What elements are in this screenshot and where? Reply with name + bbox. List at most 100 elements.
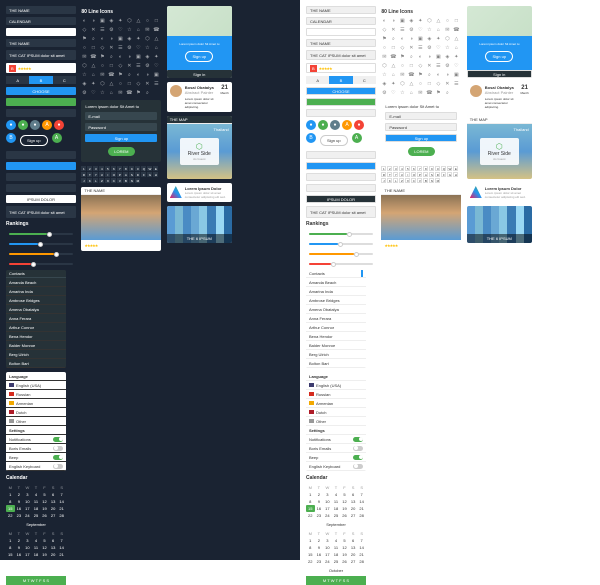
ranking-slider[interactable] bbox=[306, 260, 376, 268]
calendar-day[interactable]: 1 bbox=[6, 491, 15, 498]
calendar-day[interactable]: 18 bbox=[332, 505, 341, 512]
keyboard-key[interactable]: H bbox=[453, 172, 458, 177]
email-input[interactable]: E-mail bbox=[385, 112, 457, 120]
ranking-slider[interactable] bbox=[6, 260, 76, 268]
menu-row-2[interactable] bbox=[306, 173, 376, 181]
settings-item[interactable]: Boris Emails bbox=[6, 444, 66, 453]
calendar-day[interactable]: 13 bbox=[49, 498, 58, 505]
calendar-day[interactable]: 26 bbox=[340, 512, 349, 519]
ranking-slider[interactable] bbox=[306, 230, 376, 238]
language-item[interactable]: English (USA) bbox=[6, 381, 66, 390]
calendar-day[interactable]: 1 bbox=[6, 537, 15, 544]
keyboard-key[interactable]: U bbox=[399, 172, 404, 177]
calendar-day[interactable]: 27 bbox=[349, 558, 358, 565]
keyboard-key[interactable]: L bbox=[393, 178, 398, 183]
action-button[interactable] bbox=[306, 98, 376, 106]
calendar-day[interactable]: 6 bbox=[49, 537, 58, 544]
keyboard-key[interactable]: K bbox=[387, 178, 392, 183]
settings-item[interactable]: English Keyboard bbox=[306, 462, 366, 471]
keyboard-key[interactable]: 2 bbox=[387, 166, 392, 171]
calendar-day[interactable]: 3 bbox=[23, 537, 32, 544]
calendar-day[interactable]: 20 bbox=[49, 505, 58, 512]
calendar-day[interactable]: 23 bbox=[15, 558, 24, 565]
menu-row-2[interactable] bbox=[6, 173, 76, 181]
calendar-day[interactable]: 10 bbox=[323, 544, 332, 551]
calendar-day[interactable]: 11 bbox=[332, 544, 341, 551]
calendar-day[interactable]: 14 bbox=[57, 498, 66, 505]
keyboard-key[interactable]: D bbox=[435, 172, 440, 177]
ranking-slider[interactable] bbox=[306, 240, 376, 248]
calendar-day[interactable]: 27 bbox=[349, 512, 358, 519]
toggle-switch[interactable] bbox=[353, 446, 363, 451]
map-view[interactable] bbox=[467, 6, 532, 36]
calendar-day[interactable]: 1 bbox=[306, 491, 315, 498]
keyboard-key[interactable]: 4 bbox=[99, 166, 104, 171]
keyboard-key[interactable]: N bbox=[129, 178, 134, 183]
keyboard-key[interactable]: R bbox=[81, 172, 86, 177]
calendar-day[interactable]: 2 bbox=[15, 537, 24, 544]
calendar-day[interactable]: 16 bbox=[315, 551, 324, 558]
keyboard-key[interactable]: 1 bbox=[81, 166, 86, 171]
calendar-day[interactable]: 9 bbox=[315, 498, 324, 505]
action-button-2[interactable] bbox=[306, 109, 376, 117]
tab-b[interactable]: B bbox=[29, 76, 52, 84]
signup-pill[interactable]: Sign up bbox=[320, 135, 348, 146]
settings-item[interactable]: Notifications bbox=[6, 435, 66, 444]
chip-blue[interactable]: ● bbox=[6, 120, 16, 130]
chip-red[interactable]: ● bbox=[354, 120, 364, 130]
keyboard-key[interactable]: P bbox=[117, 172, 122, 177]
keyboard-key[interactable]: L bbox=[93, 178, 98, 183]
keyboard-key[interactable]: E bbox=[153, 166, 158, 171]
contact-item[interactable]: Anna Ferara bbox=[306, 314, 366, 323]
calendar-day[interactable]: 25 bbox=[32, 558, 41, 565]
language-item[interactable]: Dutch bbox=[6, 408, 66, 417]
keyboard-key[interactable]: O bbox=[111, 172, 116, 177]
calendar-day[interactable]: 23 bbox=[315, 558, 324, 565]
keyboard-key[interactable]: 3 bbox=[393, 166, 398, 171]
keyboard-key[interactable]: 8 bbox=[123, 166, 128, 171]
keyboard-key[interactable]: Y bbox=[393, 172, 398, 177]
calendar-day[interactable]: 16 bbox=[315, 505, 324, 512]
keyboard-key[interactable]: W bbox=[447, 166, 452, 171]
calendar-day[interactable]: 28 bbox=[357, 558, 366, 565]
keyboard-key[interactable]: 8 bbox=[423, 166, 428, 171]
chip-red[interactable]: ● bbox=[54, 120, 64, 130]
settings-item[interactable]: Beep bbox=[6, 453, 66, 462]
calendar-day[interactable]: 12 bbox=[340, 498, 349, 505]
keyboard-key[interactable]: R bbox=[381, 172, 386, 177]
contact-item[interactable]: Bena Hendor bbox=[306, 332, 366, 341]
keyboard-key[interactable]: 2 bbox=[87, 166, 92, 171]
calendar-day[interactable]: 15 bbox=[306, 505, 315, 512]
calendar-day[interactable]: 21 bbox=[57, 551, 66, 558]
calendar-day[interactable]: 24 bbox=[23, 558, 32, 565]
calendar-day[interactable]: 6 bbox=[49, 491, 58, 498]
keyboard-key[interactable]: M bbox=[435, 178, 440, 183]
calendar-day[interactable]: 16 bbox=[15, 505, 24, 512]
language-item[interactable]: Russian bbox=[306, 390, 366, 399]
badge-a[interactable]: A bbox=[52, 133, 62, 143]
calendar-day[interactable]: 5 bbox=[40, 491, 49, 498]
tab-c[interactable]: C bbox=[53, 76, 76, 84]
calendar-day[interactable]: 2 bbox=[315, 491, 324, 498]
calendar-day[interactable]: 23 bbox=[315, 512, 324, 519]
keyboard-key[interactable]: E bbox=[453, 166, 458, 171]
settings-item[interactable]: Notifications bbox=[306, 435, 366, 444]
calendar-day[interactable]: 5 bbox=[340, 491, 349, 498]
keyboard-key[interactable]: G bbox=[447, 172, 452, 177]
calendar-day[interactable]: 7 bbox=[357, 537, 366, 544]
toggle-switch[interactable] bbox=[53, 455, 63, 460]
ipsum-dolor-button[interactable]: IPSUM DOLOR bbox=[306, 195, 376, 203]
calendar-day[interactable]: 10 bbox=[23, 498, 32, 505]
language-item[interactable]: Armenian bbox=[6, 399, 66, 408]
keyboard-key[interactable]: C bbox=[411, 178, 416, 183]
calendar-day[interactable]: 21 bbox=[57, 505, 66, 512]
toggle-switch[interactable] bbox=[53, 446, 63, 451]
contact-item[interactable]: Berg Ulrich bbox=[306, 350, 366, 359]
calendar-day[interactable]: 20 bbox=[349, 505, 358, 512]
calendar-day[interactable]: 15 bbox=[306, 551, 315, 558]
keyboard-key[interactable]: A bbox=[423, 172, 428, 177]
ranking-slider[interactable] bbox=[6, 230, 76, 238]
language-item[interactable]: Other bbox=[6, 417, 66, 426]
calendar-day[interactable]: 22 bbox=[6, 512, 15, 519]
menu-row-3[interactable] bbox=[6, 184, 76, 192]
